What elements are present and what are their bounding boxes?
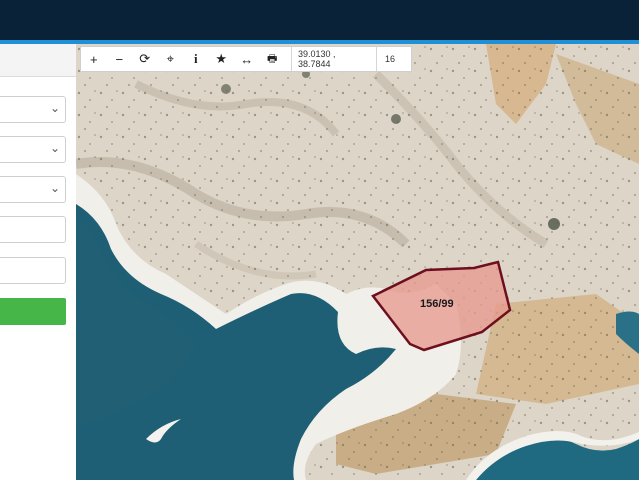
chevron-down-icon: ⌄ [49, 181, 60, 195]
query-button[interactable] [0, 298, 66, 325]
map-toolbar: + − ⟳ ⌖ i ★ ↔ 🖶 39.0130 , 38.7844 16 [80, 46, 412, 72]
panel-header [0, 44, 76, 77]
left-filter-panel: ⌄ ⌄ ⌄ [0, 44, 77, 480]
parcel-label: 156/99 [420, 298, 454, 310]
zoom-in-icon[interactable]: + [81, 47, 107, 71]
map-imagery [76, 44, 639, 480]
select-dropdown-1[interactable]: ⌄ [0, 96, 66, 123]
text-input-2[interactable] [0, 257, 66, 284]
print-icon[interactable]: 🖶 [260, 47, 286, 71]
satellite-map[interactable] [76, 44, 639, 480]
star-icon[interactable]: ★ [209, 47, 235, 71]
top-navigation-bar [0, 0, 639, 40]
chevron-down-icon: ⌄ [49, 141, 60, 155]
chevron-down-icon: ⌄ [49, 101, 60, 115]
zoom-out-icon[interactable]: − [107, 47, 133, 71]
text-input-1[interactable] [0, 216, 66, 243]
measure-icon[interactable]: ↔ [234, 47, 260, 71]
select-dropdown-3[interactable]: ⌄ [0, 176, 66, 203]
coordinates-readout: 39.0130 , 38.7844 [291, 47, 377, 71]
info-icon[interactable]: i [183, 47, 209, 71]
refresh-icon[interactable]: ⟳ [132, 47, 158, 71]
zoom-level-readout: 16 [384, 54, 395, 64]
locate-icon[interactable]: ⌖ [158, 47, 184, 71]
select-dropdown-2[interactable]: ⌄ [0, 136, 66, 163]
